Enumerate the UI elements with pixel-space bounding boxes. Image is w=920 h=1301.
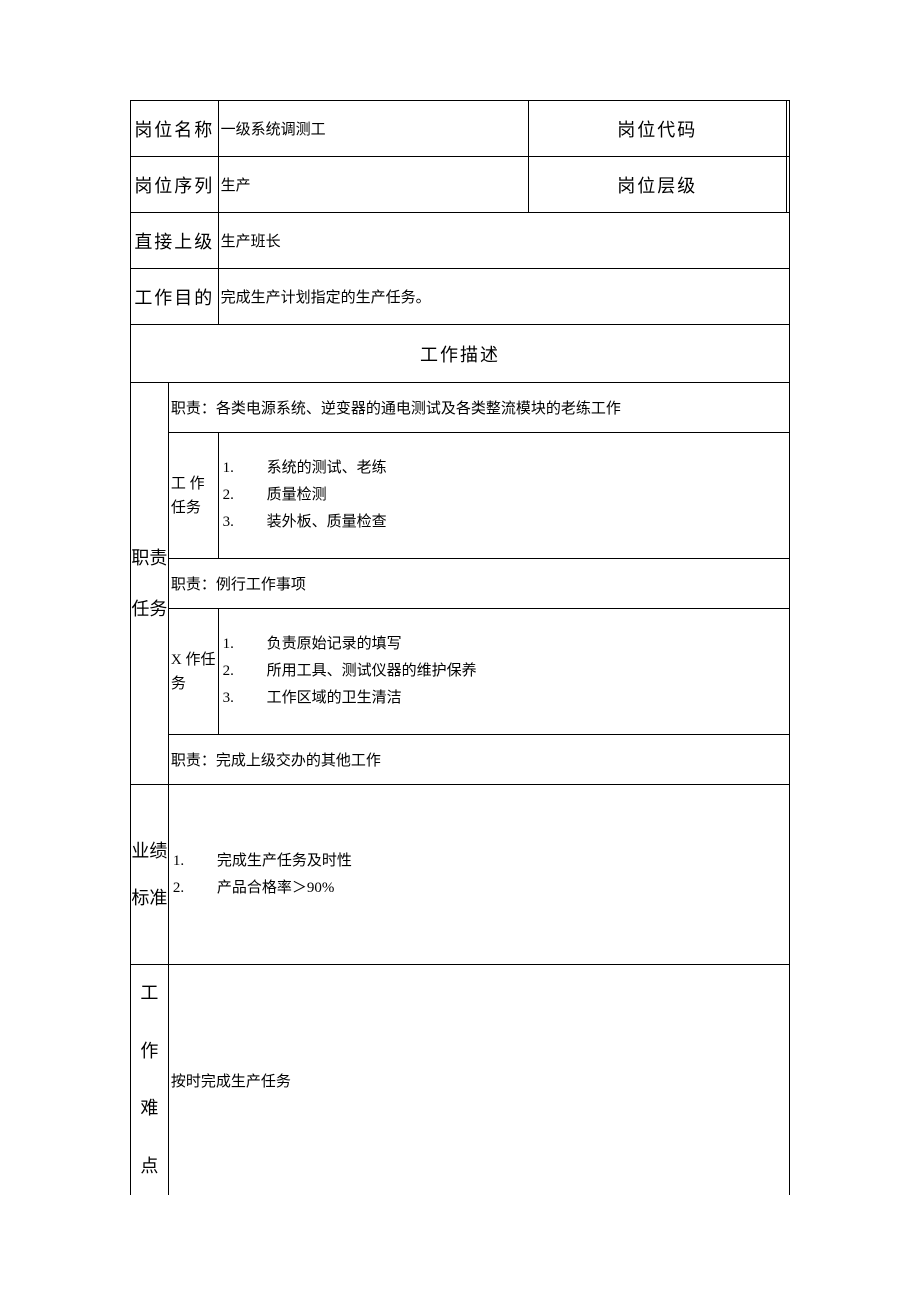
duties-side-label-1: 职责 (131, 533, 168, 583)
position-name-label: 岗位名称 (131, 101, 219, 157)
position-name-value: 一级系统调测工 (218, 101, 528, 157)
task-2-list: 1.负责原始记录的填写 2. 所用工具、测试仪器的维护保养 3.工作区域的卫生清… (218, 609, 789, 735)
list-item: 完成生产任务及时性 (199, 848, 352, 875)
list-item: 产品合格率＞90% (199, 875, 335, 902)
list-item: 装外板、质量检查 (249, 509, 387, 536)
position-level-label: 岗位层级 (528, 157, 786, 213)
list-num: 3. (221, 685, 249, 712)
purpose-label: 工作目的 (131, 269, 219, 325)
list-num: 3. (221, 509, 249, 536)
list-num: 2. (221, 482, 249, 509)
position-series-label: 岗位序列 (131, 157, 219, 213)
list-num: 2. (171, 875, 199, 902)
duty-3-title: 职责：完成上级交办的其他工作 (168, 735, 789, 785)
task-1-list: 1.系统的测试、老练 2.质量检测 3.装外板、质量检查 (218, 433, 789, 559)
position-code-value (787, 101, 790, 157)
purpose-value: 完成生产计划指定的生产任务。 (218, 269, 789, 325)
duties-side-label: 职责 任务 (131, 383, 169, 785)
performance-list: 1.完成生产任务及时性 2.产品合格率＞90% (168, 785, 789, 965)
job-description-table: 岗位名称 一级系统调测工 岗位代码 岗位序列 生产 岗位层级 直接上级 生产班长… (130, 100, 790, 1195)
list-num: 1. (171, 848, 199, 875)
difficulty-char: 难 (131, 1080, 168, 1138)
task-2-label: X 作任务 (168, 609, 218, 735)
section-title: 工作描述 (131, 325, 790, 383)
position-code-label: 岗位代码 (528, 101, 786, 157)
difficulty-value: 按时完成生产任务 (168, 965, 789, 1196)
difficulty-char: 作 (131, 1023, 168, 1081)
performance-label-2: 标准 (131, 875, 168, 922)
performance-label-1: 业绩 (131, 828, 168, 875)
task-1-label: 工 作任务 (168, 433, 218, 559)
list-item: 负责原始记录的填写 (249, 631, 402, 658)
list-num: 1. (221, 455, 249, 482)
duty-1-title: 职责：各类电源系统、逆变器的通电测试及各类整流模块的老练工作 (168, 383, 789, 433)
difficulty-label: 工 作 难 点 (131, 965, 169, 1196)
duties-side-label-2: 任务 (131, 584, 168, 634)
position-series-value: 生产 (218, 157, 528, 213)
duty-2-title: 职责：例行工作事项 (168, 559, 789, 609)
difficulty-char: 工 (131, 965, 168, 1023)
performance-label: 业绩 标准 (131, 785, 169, 965)
supervisor-value: 生产班长 (218, 213, 789, 269)
list-item: 质量检测 (249, 482, 327, 509)
position-level-value (787, 157, 790, 213)
difficulty-char: 点 (131, 1138, 168, 1196)
list-num: 1. (221, 631, 249, 658)
list-item: 工作区域的卫生清洁 (249, 685, 402, 712)
list-num: 2. (221, 658, 249, 685)
list-item: 所用工具、测试仪器的维护保养 (249, 658, 477, 685)
supervisor-label: 直接上级 (131, 213, 219, 269)
list-item: 系统的测试、老练 (249, 455, 387, 482)
